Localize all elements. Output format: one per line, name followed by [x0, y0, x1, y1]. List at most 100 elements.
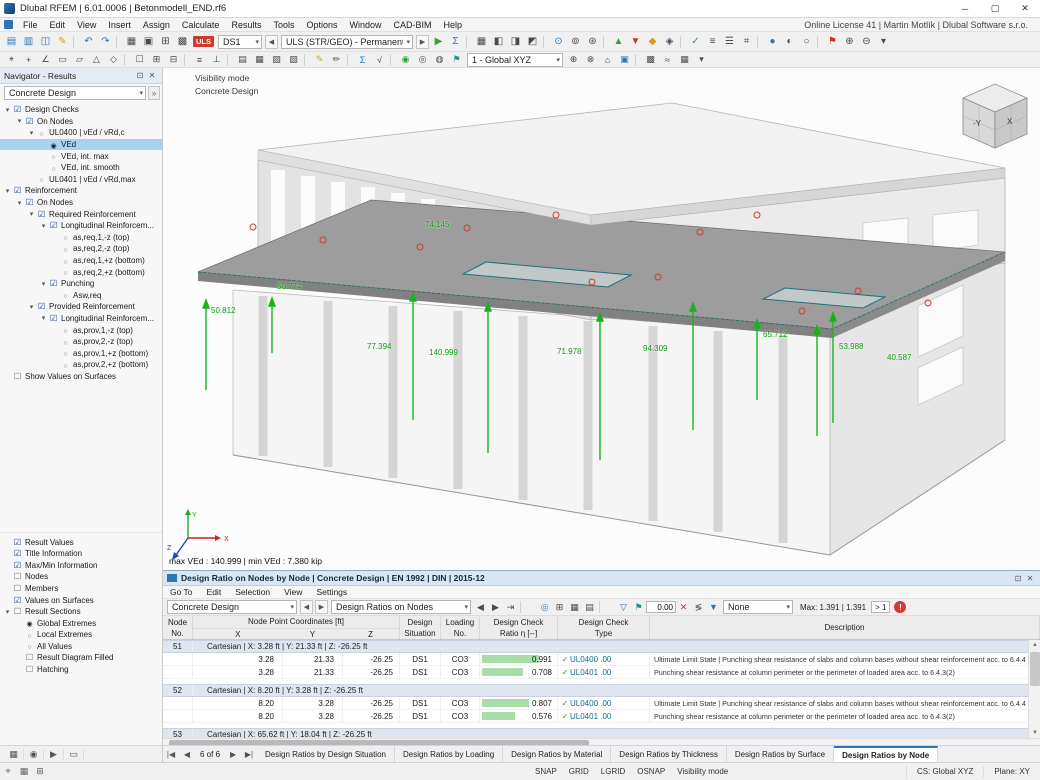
expander-icon[interactable]	[15, 199, 24, 207]
tree-item[interactable]: as,prov,1,+z (bottom)	[0, 347, 162, 359]
toolbar-icon[interactable]: ▲	[610, 36, 627, 47]
tree-item-control[interactable]	[24, 116, 35, 127]
tree-item-control[interactable]	[48, 151, 59, 161]
prev-table-button[interactable]: ◀	[300, 600, 313, 614]
status-toggle[interactable]: GRID	[569, 767, 589, 776]
panel-menu-item[interactable]: Edit	[200, 587, 229, 597]
toolbar-icon[interactable]: ⊞	[148, 54, 165, 65]
table-row[interactable]: 3.28 21.33 -26.25 DS1 CO3 0.991 UL0400 .…	[163, 653, 1040, 666]
toolbar-icon[interactable]: ⊚	[567, 36, 584, 47]
table-row[interactable]: 52 Cartesian | X: 8.20 ft | Y: 3.28 ft |…	[163, 684, 1040, 697]
tree-item-control[interactable]	[24, 630, 35, 640]
tree-item[interactable]: Result Diagram Filled	[0, 652, 162, 664]
toolbar-icon[interactable]: ▨	[285, 54, 302, 65]
tree-item-control[interactable]	[12, 185, 23, 196]
status-toggle[interactable]: SNAP	[535, 767, 557, 776]
toolbar-icon[interactable]: ⊖	[858, 36, 875, 47]
filter-greater-one-button[interactable]: > 1	[871, 601, 891, 613]
close-icon[interactable]	[1024, 574, 1036, 583]
tree-item-control[interactable]	[48, 163, 59, 173]
table-tab[interactable]: Design Ratios by Material	[503, 746, 612, 762]
table-toolbar-icon[interactable]: ▦	[567, 602, 582, 613]
panel-menu-item[interactable]: Settings	[309, 587, 354, 597]
tree-item-control[interactable]	[12, 104, 23, 115]
display-navigator-icon[interactable]	[4, 748, 24, 760]
status-toggle[interactable]: LGRID	[601, 767, 625, 776]
table-tab[interactable]: Design Ratios by Design Situation	[257, 746, 395, 762]
expander-icon[interactable]	[39, 280, 48, 288]
tree-item-control[interactable]	[36, 174, 47, 184]
tree-item[interactable]: Asw,req	[0, 290, 162, 302]
toolbar-icon[interactable]: ▾	[693, 54, 710, 65]
menu-item[interactable]: Insert	[102, 20, 137, 30]
menu-item[interactable]: View	[71, 20, 102, 30]
toolbar-icon[interactable]	[73, 35, 78, 48]
animation-icon[interactable]	[44, 748, 64, 760]
toolbar-icon[interactable]	[635, 53, 640, 66]
toolbar-icon[interactable]: ▼	[627, 36, 644, 47]
tree-item[interactable]: On Nodes	[0, 197, 162, 209]
tree-item[interactable]: as,req,2,+z (bottom)	[0, 266, 162, 278]
toolbar-icon[interactable]: ⊕	[565, 54, 582, 65]
prev-table-icon[interactable]	[179, 750, 195, 759]
toolbar-icon[interactable]: ▤	[3, 36, 20, 47]
tree-item[interactable]: Punching	[0, 278, 162, 290]
toolbar-icon[interactable]: ⊙	[550, 36, 567, 47]
menu-item[interactable]: Help	[438, 20, 469, 30]
toolbar-icon[interactable]	[116, 35, 121, 48]
menu-item[interactable]: CAD-BIM	[388, 20, 438, 30]
tree-item[interactable]: Longitudinal Reinforcem...	[0, 220, 162, 232]
scroll-down-icon[interactable]	[1029, 728, 1040, 738]
tree-item-control[interactable]	[24, 641, 35, 651]
close-button[interactable]	[1010, 0, 1040, 17]
table-tab[interactable]: Design Ratios by Thickness	[611, 746, 727, 762]
table-toolbar-icon[interactable]: ▶	[488, 602, 503, 613]
toolbar-icon[interactable]: ▱	[71, 54, 88, 65]
expander-icon[interactable]	[27, 129, 36, 137]
menu-item[interactable]: Assign	[137, 20, 176, 30]
snap-icon[interactable]	[0, 766, 16, 777]
toolbar-icon[interactable]	[304, 53, 309, 66]
tree-item[interactable]: Title Information	[0, 548, 162, 560]
tree-item-control[interactable]	[24, 652, 35, 663]
tree-item-control[interactable]	[48, 313, 59, 324]
toolbar-icon[interactable]: ▶	[430, 36, 447, 47]
status-toggle[interactable]: Visibility mode	[677, 767, 728, 776]
toolbar-icon[interactable]: ☰	[721, 36, 738, 47]
grid-icon[interactable]	[16, 766, 32, 777]
tree-item-control[interactable]	[24, 197, 35, 208]
tree-item[interactable]: VEd, int. max	[0, 150, 162, 162]
table-toolbar-icon[interactable]: ≶	[691, 602, 706, 613]
table-toolbar-icon[interactable]: ▽	[616, 602, 631, 613]
toolbar-icon[interactable]: ▭	[54, 54, 71, 65]
toolbar-icon[interactable]: ⊥	[208, 54, 225, 65]
tree-item-control[interactable]	[60, 232, 71, 242]
toolbar-icon[interactable]: ▦	[123, 36, 140, 47]
toolbar-icon[interactable]: ▥	[20, 36, 37, 47]
tree-item-control[interactable]	[60, 267, 71, 277]
tree-item[interactable]: VEd, int. smooth	[0, 162, 162, 174]
work-plane-status[interactable]: Plane: XY	[983, 765, 1040, 778]
smoothing-combo[interactable]: None	[723, 600, 793, 614]
panels-icon[interactable]	[64, 748, 84, 760]
table-design-type-combo[interactable]: Concrete Design	[167, 600, 297, 614]
toolbar-icon[interactable]: ≈	[659, 55, 676, 65]
threshold-input[interactable]	[646, 601, 676, 613]
toolbar-icon[interactable]: ⚑	[448, 54, 465, 65]
tree-item[interactable]: as,prov,2,+z (bottom)	[0, 359, 162, 371]
tree-item[interactable]: UL0401 | vEd / vRd,max	[0, 174, 162, 186]
tree-item-control[interactable]	[12, 537, 23, 548]
menu-item[interactable]: Window	[344, 20, 388, 30]
tree-item[interactable]: as,prov,2,-z (top)	[0, 336, 162, 348]
load-combination-combo[interactable]: ULS (STR/GEO) - Permanent an...	[281, 34, 413, 49]
tree-item-control[interactable]	[60, 290, 71, 300]
toolbar-icon[interactable]: ▦	[676, 54, 693, 65]
expander-icon[interactable]	[27, 210, 36, 218]
pin-icon[interactable]	[1012, 574, 1024, 583]
tree-item[interactable]: Nodes	[0, 571, 162, 583]
table-toolbar-icon[interactable]	[520, 601, 535, 613]
toolbar-icon[interactable]	[757, 35, 762, 48]
tree-item-control[interactable]	[12, 583, 23, 594]
tree-item[interactable]: Result Sections	[0, 606, 162, 618]
tree-item[interactable]: Reinforcement	[0, 185, 162, 197]
